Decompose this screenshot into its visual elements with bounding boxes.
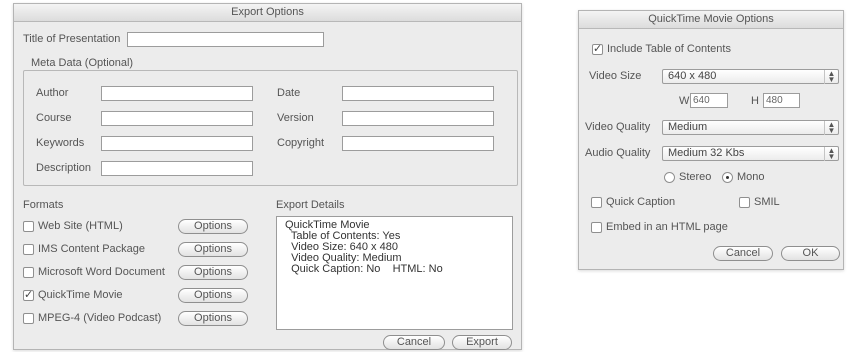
embed-html-label: Embed in an HTML page (606, 221, 728, 233)
mpeg4-label: MPEG-4 (Video Podcast) (38, 312, 162, 324)
author-label: Author (36, 87, 69, 99)
width-field[interactable] (690, 93, 728, 108)
quick-caption-label: Quick Caption (606, 196, 676, 208)
quicktime-options-titlebar[interactable]: QuickTime Movie Options (579, 11, 843, 29)
radio-selected-dot (726, 176, 729, 179)
stereo-label: Stereo (679, 171, 712, 183)
web-site-options-button[interactable]: Options (178, 219, 248, 234)
format-row-word: Microsoft Word Document Options (23, 265, 263, 281)
copyright-field[interactable] (342, 136, 494, 151)
video-quality-label: Video Quality (585, 121, 651, 133)
format-row-web-site: Web Site (HTML) Options (23, 219, 263, 235)
quick-caption-checkbox[interactable] (591, 197, 602, 208)
include-toc-checkbox[interactable]: ✓ (592, 43, 603, 55)
course-label: Course (36, 112, 72, 124)
description-label: Description (36, 162, 92, 174)
web-site-label: Web Site (HTML) (38, 220, 123, 232)
title-of-presentation-input[interactable] (127, 32, 324, 47)
smil-checkbox[interactable] (739, 197, 750, 208)
include-toc-label: Include Table of Contents (607, 43, 731, 55)
keywords-field[interactable] (101, 136, 253, 151)
select-arrows-icon: ▲ ▼ (824, 70, 838, 84)
word-document-label: Microsoft Word Document (38, 266, 165, 278)
video-quality-select[interactable]: Medium ▲ ▼ (662, 120, 839, 135)
ims-content-package-label: IMS Content Package (38, 243, 146, 255)
mpeg4-checkbox[interactable] (23, 313, 34, 324)
quicktime-cancel-button[interactable]: Cancel (713, 246, 773, 261)
version-label: Version (277, 112, 314, 124)
keywords-label: Keywords (36, 137, 85, 149)
title-of-presentation-label: Title of Presentation (23, 33, 121, 45)
check-icon: ✓ (24, 289, 34, 301)
height-field[interactable] (763, 93, 800, 108)
word-options-button[interactable]: Options (178, 265, 248, 280)
video-size-select[interactable]: 640 x 480 ▲ ▼ (662, 69, 839, 84)
description-field[interactable] (101, 161, 253, 176)
mono-label: Mono (737, 171, 765, 183)
word-document-checkbox[interactable] (23, 267, 34, 278)
formats-label: Formats (23, 199, 64, 211)
web-site-checkbox[interactable] (23, 221, 34, 232)
check-icon: ✓ (593, 43, 603, 55)
details-line: Quick Caption: No HTML: No (285, 263, 443, 275)
mpeg4-options-button[interactable]: Options (178, 311, 248, 326)
export-options-titlebar[interactable]: Export Options (14, 4, 521, 22)
video-size-label: Video Size (589, 70, 642, 82)
quicktime-movie-checkbox[interactable]: ✓ (23, 289, 34, 301)
video-size-value: 640 x 480 (668, 70, 717, 82)
select-arrows-icon: ▲ ▼ (824, 121, 838, 135)
course-field[interactable] (101, 111, 253, 126)
format-row-ims: IMS Content Package Options (23, 242, 263, 258)
export-cancel-button[interactable]: Cancel (383, 335, 445, 350)
quicktime-options-window: QuickTime Movie Options ✓ Include Table … (578, 10, 844, 270)
select-arrows-icon: ▲ ▼ (824, 147, 838, 161)
audio-quality-label: Audio Quality (585, 147, 651, 159)
stereo-radio[interactable] (664, 172, 675, 183)
audio-quality-value: Medium 32 Kbs (668, 147, 745, 159)
format-row-quicktime: ✓ QuickTime Movie Options (23, 288, 263, 304)
mono-radio[interactable] (722, 172, 733, 183)
video-quality-value: Medium (668, 121, 708, 133)
export-details-label: Export Details (276, 199, 345, 211)
author-field[interactable] (101, 86, 253, 101)
ims-options-button[interactable]: Options (178, 242, 248, 257)
export-button[interactable]: Export (452, 335, 512, 350)
meta-data-group: Author Course Keywords Description Date … (23, 70, 518, 186)
date-label: Date (277, 87, 301, 99)
quicktime-ok-button[interactable]: OK (781, 246, 840, 261)
smil-label: SMIL (754, 196, 780, 208)
audio-quality-select[interactable]: Medium 32 Kbs ▲ ▼ (662, 146, 839, 161)
version-field[interactable] (342, 111, 494, 126)
quicktime-options-button[interactable]: Options (178, 288, 248, 303)
date-field[interactable] (342, 86, 494, 101)
meta-data-label: Meta Data (Optional) (31, 57, 134, 69)
format-row-mpeg4: MPEG-4 (Video Podcast) Options (23, 311, 263, 327)
embed-html-checkbox[interactable] (591, 222, 602, 233)
quicktime-movie-label: QuickTime Movie (38, 289, 123, 301)
export-options-window: Export Options Title of Presentation Met… (13, 3, 522, 350)
ims-content-package-checkbox[interactable] (23, 244, 34, 255)
export-details-box: QuickTime Movie Table of Contents: Yes V… (276, 216, 513, 330)
width-label: W (679, 95, 690, 107)
height-label: H (751, 95, 759, 107)
copyright-label: Copyright (277, 137, 325, 149)
